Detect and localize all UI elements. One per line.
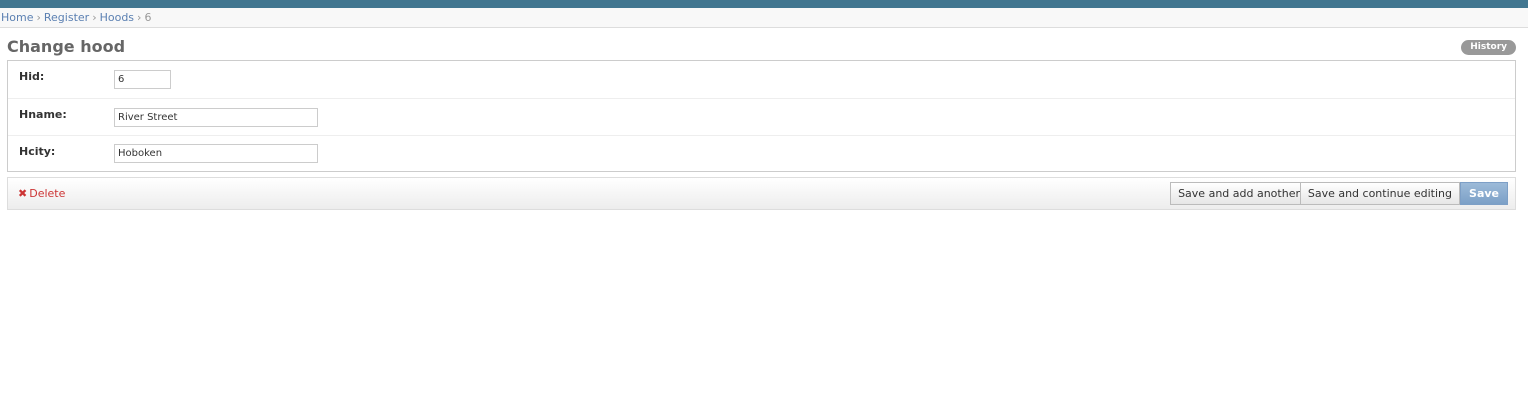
change-form-fieldset: Hid: Hname: Hcity:	[7, 60, 1516, 172]
hname-input[interactable]	[114, 108, 318, 127]
hid-label: Hid:	[19, 70, 45, 83]
breadcrumb: Home › Register › Hoods › 6	[0, 8, 1528, 28]
history-button[interactable]: History	[1461, 40, 1516, 55]
hcity-input[interactable]	[114, 144, 318, 163]
delete-icon: ✖	[18, 187, 28, 200]
breadcrumb-home-link[interactable]: Home	[1, 11, 33, 24]
delete-link[interactable]: ✖ Delete	[18, 187, 65, 200]
form-row-hcity: Hcity:	[8, 136, 1515, 173]
breadcrumb-separator: ›	[137, 11, 142, 24]
delete-label: Delete	[29, 187, 66, 200]
page-title: Change hood	[7, 37, 126, 56]
hname-label: Hname:	[19, 108, 67, 121]
breadcrumb-separator: ›	[92, 11, 97, 24]
form-row-hid: Hid:	[8, 61, 1515, 99]
top-header-bar	[0, 0, 1528, 8]
hid-input[interactable]	[114, 70, 171, 89]
save-and-continue-button[interactable]: Save and continue editing	[1299, 182, 1460, 205]
save-button[interactable]: Save	[1460, 182, 1508, 205]
submit-row: ✖ Delete Save and add another Save and co…	[7, 177, 1516, 210]
title-row: Change hood History	[0, 28, 1528, 60]
form-row-hname: Hname:	[8, 99, 1515, 136]
breadcrumb-register-link[interactable]: Register	[44, 11, 89, 24]
save-and-add-another-button[interactable]: Save and add another	[1170, 182, 1308, 205]
breadcrumb-separator: ›	[36, 11, 41, 24]
breadcrumb-current: 6	[144, 11, 152, 24]
hcity-label: Hcity:	[19, 145, 56, 158]
breadcrumb-hoods-link[interactable]: Hoods	[100, 11, 134, 24]
